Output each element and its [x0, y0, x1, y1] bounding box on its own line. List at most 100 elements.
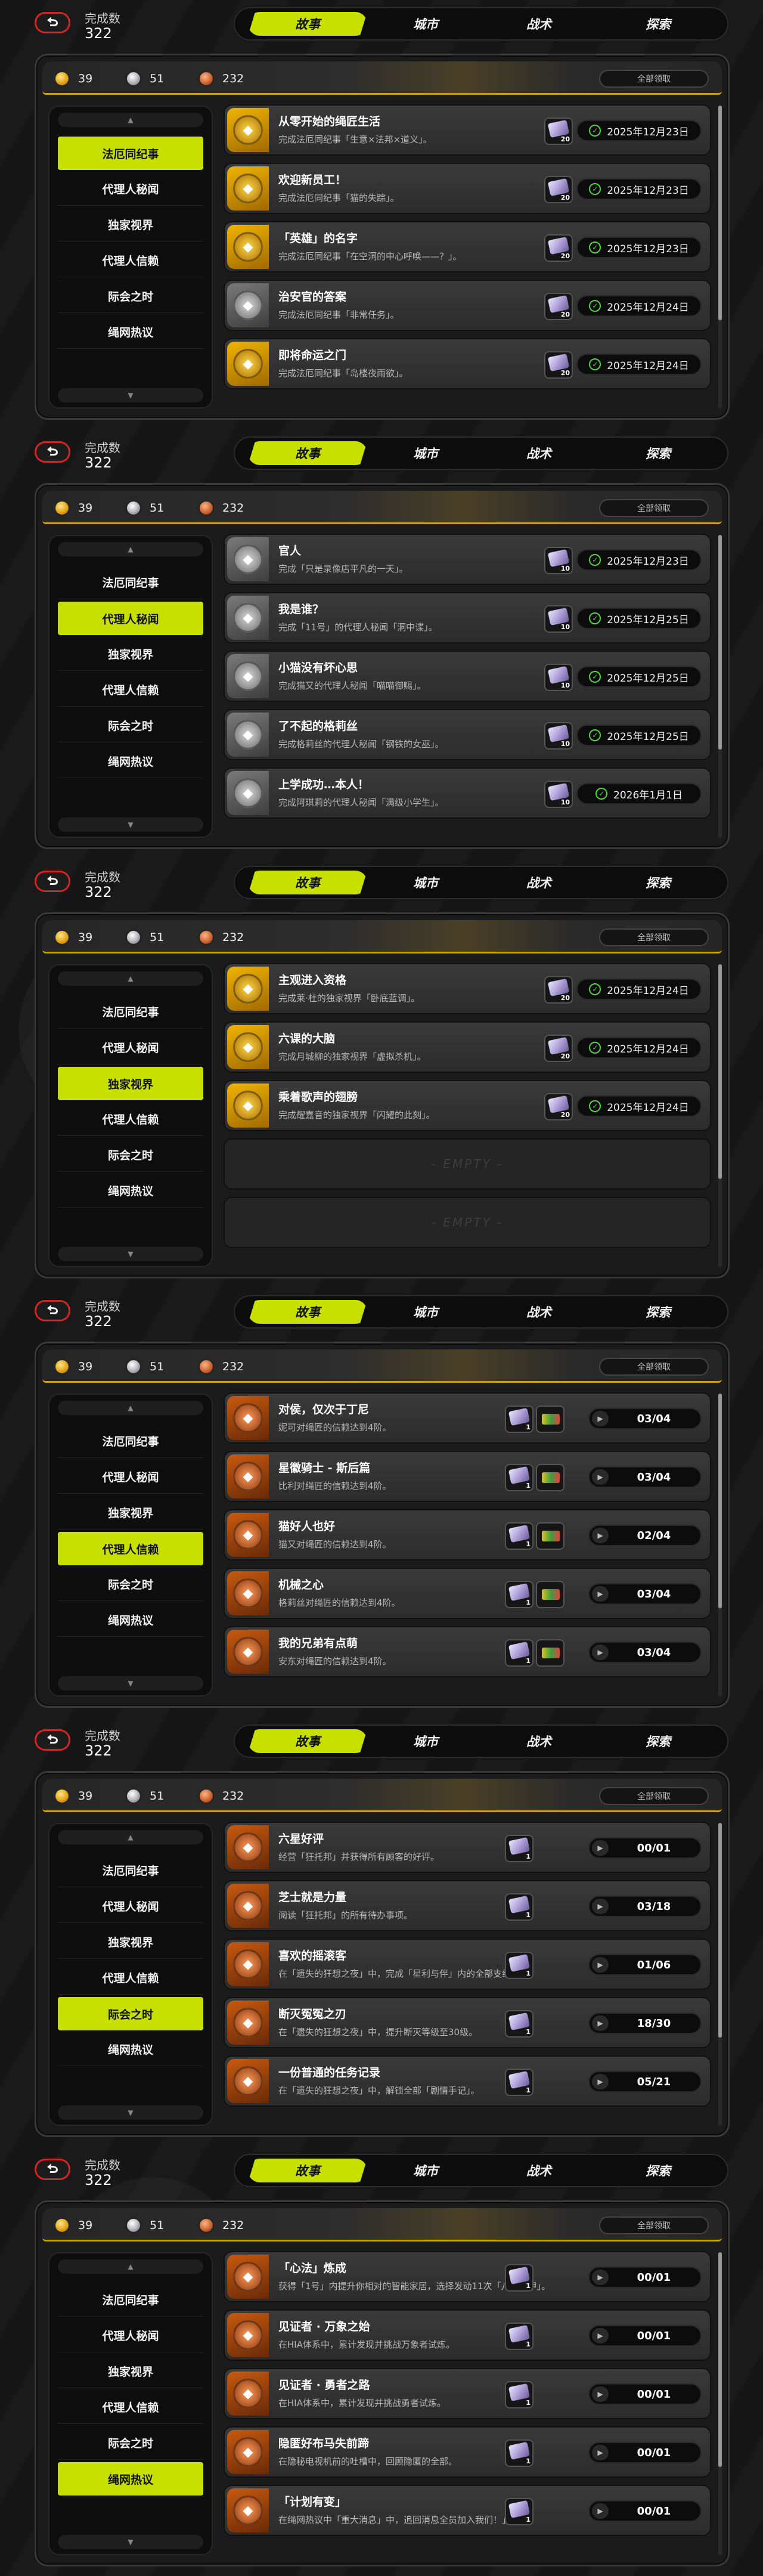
back-button[interactable]	[35, 441, 70, 463]
reward-item[interactable]: 1	[505, 1835, 534, 1862]
go-button[interactable]: ▶	[592, 1957, 609, 1973]
reward-item[interactable]: 20	[544, 117, 573, 145]
sidebar-scroll-down[interactable]: ▼	[58, 1676, 203, 1690]
sidebar-item[interactable]: 绳网热议	[58, 1174, 203, 1208]
reward-item[interactable]: 20	[544, 293, 573, 320]
sidebar-item[interactable]: 代理人信赖	[58, 1532, 203, 1565]
achievement-row[interactable]: ◆ 主观进入资格 完成莱·杜的独家视界「卧底蓝调」。 20 ✓ 2025年12月24日	[224, 963, 711, 1014]
achievement-row[interactable]: ◆ 对侯，仅次于丁尼 妮可对绳匠的信赖达到4阶。 1 ▶ 03/04	[224, 1392, 711, 1444]
tab-city[interactable]: 城市	[366, 2159, 485, 2182]
achievement-row[interactable]: ◆ 星徽骑士 - 斯后篇 比利对绳匠的信赖达到4阶。 1 ▶ 03/04	[224, 1451, 711, 1502]
go-button[interactable]: ▶	[592, 1840, 609, 1856]
tab-explore[interactable]: 探索	[598, 441, 718, 465]
reward-item[interactable]: 20	[544, 176, 573, 203]
claim-all-button[interactable]: 全部领取	[599, 928, 709, 946]
go-button[interactable]: ▶	[592, 1899, 609, 1914]
achievement-row[interactable]: ◆ 我的兄弟有点萌 安东对绳匠的信赖达到4阶。 1 ▶ 03/04	[224, 1626, 711, 1677]
reward-item[interactable]: 1	[505, 1405, 534, 1433]
sidebar-item[interactable]: 际会之时	[58, 1568, 203, 1601]
sidebar-scroll-down[interactable]: ▼	[58, 818, 203, 832]
achievement-row[interactable]: ◆ 猫好人也好 猫又对绳匠的信赖达到4阶。 1 ▶ 02/04	[224, 1509, 711, 1561]
scrollbar-thumb[interactable]	[718, 1394, 722, 1608]
scrollbar-thumb[interactable]	[718, 106, 722, 320]
claim-all-button[interactable]: 全部领取	[599, 2216, 709, 2234]
reward-item[interactable]: 1	[505, 1639, 534, 1667]
achievement-row[interactable]: ◆ 小猫没有坏心思 完成猫又的代理人秘闻「喵喵御赐」。 10 ✓ 2025年12月25日	[224, 651, 711, 702]
sidebar-item[interactable]: 独家视界	[58, 637, 203, 671]
claim-all-button[interactable]: 全部领取	[599, 1787, 709, 1805]
achievement-row[interactable]: ◆ 治安官的答案 完成法厄同纪事「非常任务」。 20 ✓ 2025年12月24日	[224, 280, 711, 331]
reward-item[interactable]: 1	[505, 1893, 534, 1921]
achievement-row[interactable]: ◆ 见证者 · 勇者之路 在HIA体系中，累计发现并挑战勇者试炼。 1 ▶ 00/01	[224, 2368, 711, 2419]
achievement-row[interactable]: ◆ 了不起的格莉丝 完成格莉丝的代理人秘闻「钢铁的女巫」。 10 ✓ 2025年12月25…	[224, 709, 711, 760]
achievement-row[interactable]: ◆ 六课的大脑 完成月城柳的独家视界「虚拟杀机」。 20 ✓ 2025年12月24日	[224, 1021, 711, 1073]
sidebar-scroll-up[interactable]: ▲	[58, 971, 203, 986]
scrollbar-thumb[interactable]	[718, 964, 722, 1179]
go-button[interactable]: ▶	[592, 2074, 609, 2089]
go-button[interactable]: ▶	[592, 2328, 609, 2343]
sidebar-item[interactable]: 绳网热议	[58, 315, 203, 349]
tab-city[interactable]: 城市	[366, 1729, 485, 1753]
tab-story[interactable]: 故事	[248, 441, 367, 465]
go-button[interactable]: ▶	[592, 1469, 609, 1485]
sidebar-item[interactable]: 绳网热议	[58, 2033, 203, 2066]
achievement-row[interactable]: ◆ 芝士就是力量 阅读「狂托邦」的所有待办事项。 1 ▶ 03/18	[224, 1880, 711, 1931]
reward-item[interactable]: 1	[505, 1464, 534, 1491]
achievement-row[interactable]: ◆ 断灭冤冤之刃 在「遗失的狂想之夜」中，提升断灭等级至30级。 1 ▶ 18/30	[224, 1997, 711, 2048]
tab-explore[interactable]: 探索	[598, 1729, 718, 1753]
reward-item[interactable]: 1	[505, 2381, 534, 2408]
reward-item[interactable]: 1	[505, 2010, 534, 2038]
sidebar-scroll-up[interactable]: ▲	[58, 113, 203, 127]
reward-item-secondary[interactable]	[536, 1581, 565, 1608]
go-button[interactable]: ▶	[592, 1645, 609, 1660]
sidebar-item[interactable]: 际会之时	[58, 1138, 203, 1172]
tab-tactics[interactable]: 战术	[479, 1300, 598, 1324]
scrollbar-thumb[interactable]	[718, 2252, 722, 2467]
sidebar-item[interactable]: 代理人信赖	[58, 1103, 203, 1136]
tab-explore[interactable]: 探索	[598, 2159, 718, 2182]
back-button[interactable]	[35, 12, 70, 33]
sidebar-item[interactable]: 代理人信赖	[58, 673, 203, 707]
sidebar-scroll-up[interactable]: ▲	[58, 1830, 203, 1844]
back-button[interactable]	[35, 1300, 70, 1321]
reward-item[interactable]: 10	[544, 722, 573, 750]
tab-explore[interactable]: 探索	[598, 12, 718, 36]
achievement-row[interactable]: ◆ 从零开始的绳匠生活 完成法厄同纪事「生意×法邦×道义」。 20 ✓ 2025年12月2…	[224, 104, 711, 156]
achievement-row[interactable]: ◆ 「心法」炼成 获得「1号」内提升你相对的智能家居，选择发动11次「八门遁甲」。 1…	[224, 2251, 711, 2302]
sidebar-scroll-down[interactable]: ▼	[58, 1247, 203, 1261]
tab-city[interactable]: 城市	[366, 12, 485, 36]
sidebar-scroll-down[interactable]: ▼	[58, 2106, 203, 2120]
list-scrollbar[interactable]	[718, 535, 722, 838]
sidebar-item[interactable]: 独家视界	[58, 2355, 203, 2388]
reward-item[interactable]: 1	[505, 2264, 534, 2292]
achievement-row[interactable]: ◆ 「计划有变」 在绳网热议中「重大消息」中，追回消息全员加入我们！」。 1 ▶ 00/0…	[224, 2485, 711, 2536]
tab-tactics[interactable]: 战术	[479, 441, 598, 465]
claim-all-button[interactable]: 全部领取	[599, 499, 709, 517]
sidebar-scroll-down[interactable]: ▼	[58, 388, 203, 402]
sidebar-item[interactable]: 代理人秘闻	[58, 172, 203, 206]
reward-item[interactable]: 10	[544, 664, 573, 691]
go-button[interactable]: ▶	[592, 1528, 609, 1543]
sidebar-item[interactable]: 代理人信赖	[58, 244, 203, 277]
sidebar-item[interactable]: 际会之时	[58, 2426, 203, 2460]
sidebar-item[interactable]: 代理人信赖	[58, 1961, 203, 1995]
reward-item[interactable]: 20	[544, 351, 573, 379]
achievement-row[interactable]: ◆ 喜欢的摇滚客 在「遗失的狂想之夜」中，完成「星利与伴」内的全部支线剧情。 1 ▶ 01…	[224, 1939, 711, 1990]
reward-item-secondary[interactable]	[536, 1639, 565, 1667]
reward-item-secondary[interactable]	[536, 1522, 565, 1550]
sidebar-scroll-up[interactable]: ▲	[58, 2259, 203, 2274]
tab-story[interactable]: 故事	[248, 871, 367, 894]
reward-item[interactable]: 1	[505, 2498, 534, 2525]
list-scrollbar[interactable]	[718, 1394, 722, 1696]
reward-item[interactable]: 1	[505, 2323, 534, 2350]
list-scrollbar[interactable]	[718, 2252, 722, 2555]
claim-all-button[interactable]: 全部领取	[599, 70, 709, 88]
tab-city[interactable]: 城市	[366, 1300, 485, 1324]
sidebar-item[interactable]: 代理人信赖	[58, 2391, 203, 2424]
sidebar-item[interactable]: 代理人秘闻	[58, 1460, 203, 1494]
reward-item[interactable]: 1	[505, 2069, 534, 2096]
back-button[interactable]	[35, 2159, 70, 2180]
sidebar-item[interactable]: 法厄同纪事	[58, 1854, 203, 1887]
sidebar-item[interactable]: 代理人秘闻	[58, 602, 203, 635]
go-button[interactable]: ▶	[592, 2015, 609, 2031]
